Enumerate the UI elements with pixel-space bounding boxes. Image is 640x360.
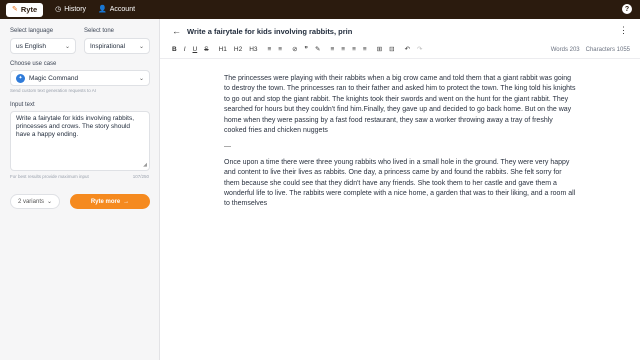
input-textarea[interactable]: Write a fairytale for kids involving rab… xyxy=(10,111,150,171)
history-tab[interactable]: ◷ History xyxy=(55,6,86,13)
heading-1-button[interactable]: H1 xyxy=(219,47,227,54)
input-helper: For best results provide maximum input xyxy=(10,174,89,179)
use-case-label: Choose use case xyxy=(10,61,57,67)
variants-select[interactable]: 2 variants ⌄ xyxy=(10,194,60,209)
paragraph: Once upon a time there were three young … xyxy=(224,158,576,208)
ryte-more-label: Ryte more xyxy=(90,198,121,205)
input-text: Write a fairytale for kids involving rab… xyxy=(16,115,135,138)
back-arrow-icon[interactable]: ← xyxy=(172,26,181,36)
document-title[interactable]: Write a fairytale for kids involving rab… xyxy=(187,27,352,36)
highlight-icon[interactable]: ✎ xyxy=(315,47,320,54)
help-button[interactable]: ? xyxy=(622,4,632,14)
resize-handle-icon[interactable]: ◢ xyxy=(143,161,147,169)
quote-icon[interactable]: ❞ xyxy=(305,47,309,54)
input-label: Input text xyxy=(10,102,35,108)
align-center-icon[interactable]: ≡ xyxy=(341,47,345,54)
link-icon[interactable]: ⊘ xyxy=(292,47,297,54)
history-label: History xyxy=(64,6,87,13)
language-select[interactable]: us English ⌄ xyxy=(10,38,76,54)
language-value: us English xyxy=(16,42,46,50)
undo-icon[interactable]: ↶ xyxy=(405,47,410,54)
chevron-down-icon: ⌄ xyxy=(138,44,144,50)
numbered-list-icon[interactable]: ≡ xyxy=(278,47,282,54)
sidebar: Select language us English ⌄ Select tone… xyxy=(0,19,160,360)
heading-3-button[interactable]: H3 xyxy=(249,47,257,54)
use-case-value: Magic Command xyxy=(29,74,79,82)
document-header: ← Write a fairytale for kids involving r… xyxy=(160,19,640,43)
chevron-down-icon: ⌄ xyxy=(138,76,144,82)
editor-toolbar: B I U S H1 H2 H3 ≡ ≡ ⊘ ❞ ✎ ≡ ≡ ≡ ≡ ⊞ ⊟ ↶… xyxy=(160,43,640,59)
align-left-icon[interactable]: ≡ xyxy=(331,47,335,54)
clock-icon: ◷ xyxy=(55,6,62,13)
magic-wand-icon: ✦ xyxy=(16,73,25,83)
document-body[interactable]: The princesses were playing with their r… xyxy=(224,74,576,216)
chevron-down-icon: ⌄ xyxy=(64,44,70,50)
tone-label: Select tone xyxy=(84,28,115,34)
ryte-tab[interactable]: ✎ Ryte xyxy=(6,2,44,17)
align-justify-icon[interactable]: ≡ xyxy=(363,47,367,54)
insert-table-icon[interactable]: ⊞ xyxy=(377,47,382,54)
italic-button[interactable]: I xyxy=(184,47,186,54)
character-count: Characters 1055 xyxy=(585,47,630,53)
strikethrough-button[interactable]: S xyxy=(204,47,208,54)
account-label: Account xyxy=(109,6,136,13)
bold-button[interactable]: B xyxy=(172,47,177,54)
clear-format-icon[interactable]: ⊟ xyxy=(389,47,394,54)
arrow-right-icon: → xyxy=(123,198,130,205)
brand-label: Ryte xyxy=(20,5,38,14)
heading-2-button[interactable]: H2 xyxy=(234,47,242,54)
tone-select[interactable]: Inspirational ⌄ xyxy=(84,38,150,54)
word-count: Words 203 xyxy=(550,47,580,53)
language-label: Select language xyxy=(10,28,54,34)
document-counts: Words 203 Characters 1055 xyxy=(551,47,630,53)
redo-icon[interactable]: ↷ xyxy=(417,47,422,54)
more-options-icon[interactable]: ⋮ xyxy=(619,25,628,36)
ryte-more-button[interactable]: Ryte more → xyxy=(70,194,150,209)
account-tab[interactable]: 👤 Account xyxy=(98,6,135,13)
separator: — xyxy=(224,143,231,151)
use-case-select[interactable]: ✦ Magic Command ⌄ xyxy=(10,70,150,86)
tone-value: Inspirational xyxy=(90,42,126,50)
bullet-list-icon[interactable]: ≡ xyxy=(268,47,272,54)
variants-label: 2 variants xyxy=(17,198,44,205)
input-character-count: 107/250 xyxy=(132,174,149,179)
top-navigation-bar: ✎ Ryte ◷ History 👤 Account ? xyxy=(0,0,640,19)
underline-button[interactable]: U xyxy=(193,47,198,54)
paragraph: The princesses were playing with their r… xyxy=(224,75,576,135)
pen-icon: ✎ xyxy=(12,6,18,13)
user-icon: 👤 xyxy=(98,6,107,13)
chevron-down-icon: ⌄ xyxy=(46,199,53,205)
align-right-icon[interactable]: ≡ xyxy=(352,47,356,54)
use-case-helper: Send custom text generation requests to … xyxy=(10,88,97,93)
